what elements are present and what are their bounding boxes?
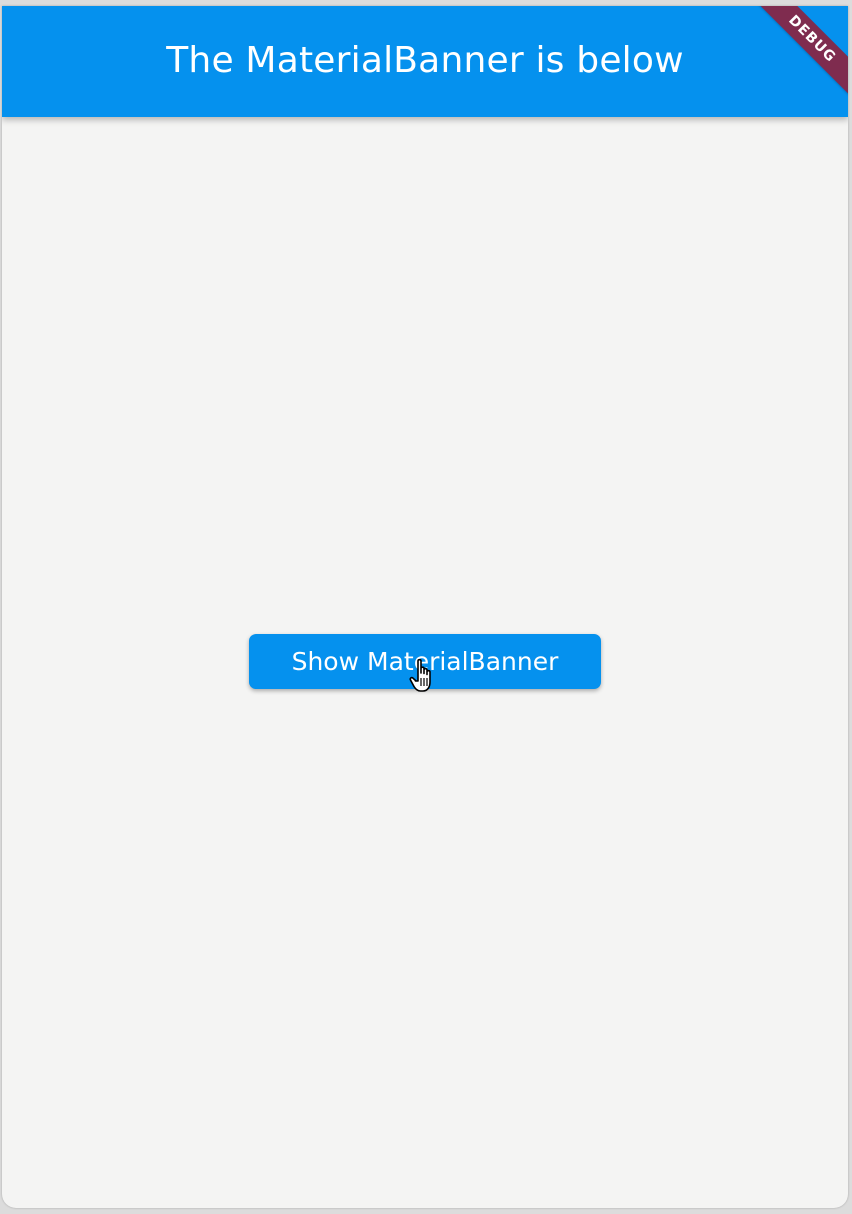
app-bar: The MaterialBanner is below [2, 6, 848, 117]
show-material-banner-button[interactable]: Show MaterialBanner [249, 634, 601, 689]
app-bar-title: The MaterialBanner is below [166, 40, 684, 81]
app-window: The MaterialBanner is below DEBUG Show M… [2, 6, 848, 1208]
